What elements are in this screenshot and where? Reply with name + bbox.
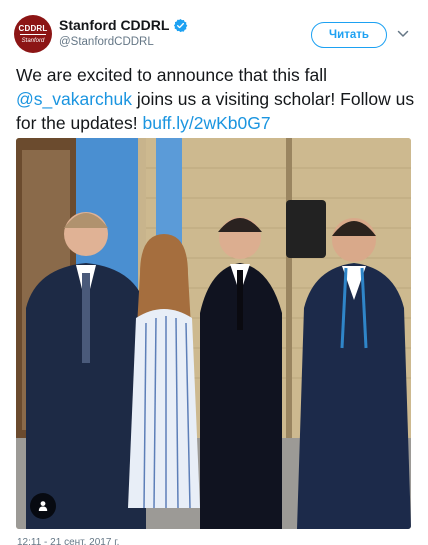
- author-handle[interactable]: @StanfordCDDRL: [59, 36, 154, 48]
- author-name-row[interactable]: Stanford CDDRL: [59, 17, 188, 33]
- tweet-text-part: We are excited to announce that this fal…: [16, 65, 327, 85]
- avatar[interactable]: CDDRL Stanford: [14, 15, 52, 53]
- avatar-text-bottom: Stanford: [21, 37, 45, 44]
- avatar-divider: [20, 33, 46, 35]
- tweet-photo[interactable]: [16, 138, 411, 529]
- tweet-card: CDDRL Stanford Stanford CDDRL @StanfordC…: [0, 0, 428, 545]
- url-link[interactable]: buff.ly/2wKb0G7: [142, 113, 270, 133]
- tweet-text: We are excited to announce that this fal…: [16, 63, 420, 135]
- tweet-timestamp[interactable]: 12:11 - 21 сент. 2017 г.: [17, 537, 119, 545]
- verified-badge-icon: [174, 18, 188, 32]
- follow-button[interactable]: Читать: [311, 22, 387, 48]
- chevron-down-icon[interactable]: [397, 29, 409, 39]
- photo-illustration: [16, 138, 411, 529]
- mention-link[interactable]: @s_vakarchuk: [16, 89, 132, 109]
- person-icon: [38, 501, 48, 511]
- person-tag-button[interactable]: [30, 493, 56, 519]
- avatar-text-top: CDDRL: [18, 23, 48, 33]
- author-name[interactable]: Stanford CDDRL: [59, 17, 169, 33]
